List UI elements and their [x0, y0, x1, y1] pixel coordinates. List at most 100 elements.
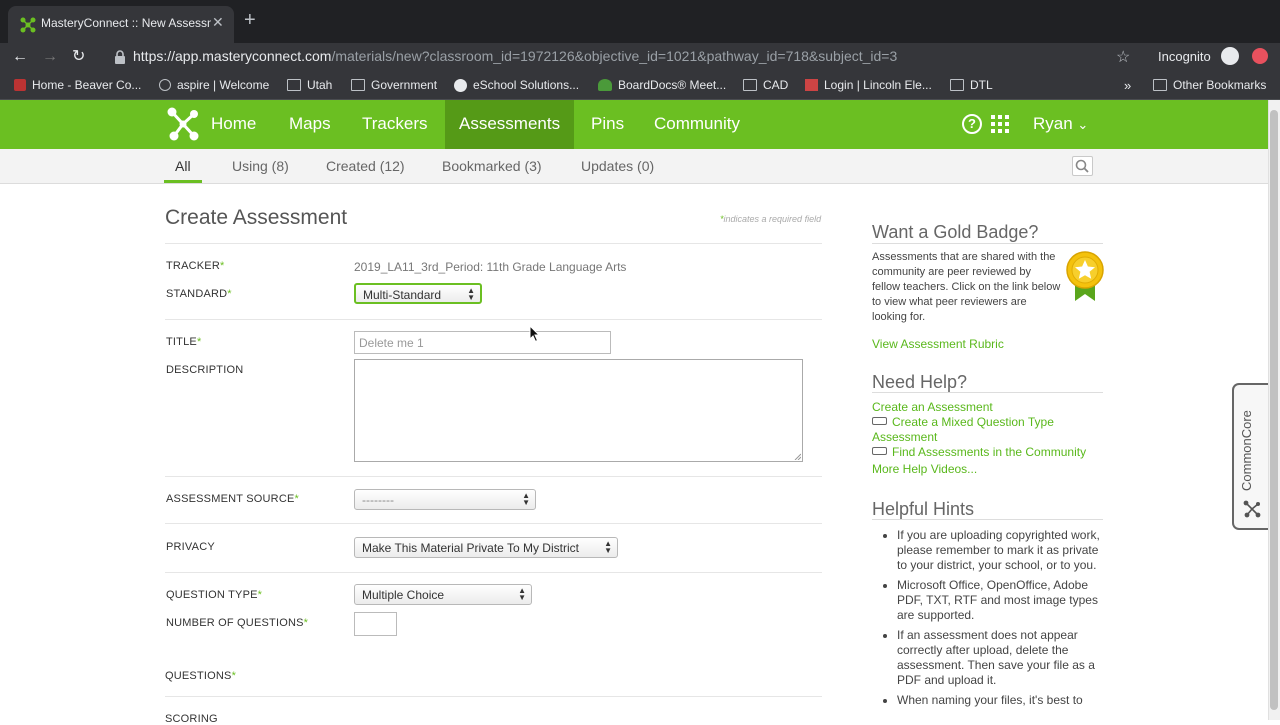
- new-tab-icon[interactable]: +: [244, 10, 256, 30]
- nav-assessments[interactable]: Assessments: [445, 100, 575, 149]
- gold-badge-text: Assessments that are shared with the com…: [872, 251, 1061, 323]
- bookmark-star-icon[interactable]: ☆: [1116, 47, 1130, 67]
- title-label: TITLE*: [166, 336, 202, 348]
- tracker-label: TRACKER*: [166, 260, 225, 272]
- tab-bookmarked[interactable]: Bookmarked (3): [442, 158, 542, 174]
- help-icon[interactable]: ?: [962, 114, 982, 134]
- gold-badge-heading: Want a Gold Badge?: [872, 222, 1039, 242]
- tab-all[interactable]: All: [175, 158, 191, 174]
- number-of-questions-label: NUMBER OF QUESTIONS*: [166, 617, 309, 629]
- folder-icon: [287, 79, 301, 91]
- nav-community[interactable]: Community: [654, 100, 740, 149]
- hint-item: If an assessment does not appear correct…: [897, 628, 1105, 688]
- select-arrows-icon: ▲ ▼: [467, 286, 475, 302]
- masteryconnect-favicon-icon: [20, 17, 36, 33]
- bookmark-item[interactable]: eSchool Solutions...: [454, 78, 579, 92]
- question-type-select[interactable]: Multiple Choice ▲ ▼: [354, 584, 532, 605]
- tab-title: MasteryConnect :: New Assessment: [41, 16, 211, 30]
- divider: [165, 523, 822, 524]
- standard-label: STANDARD*: [166, 288, 232, 300]
- tab-created[interactable]: Created (12): [326, 158, 405, 174]
- scoring-label: SCORING: [165, 713, 218, 725]
- close-tab-icon[interactable]: ✕: [212, 14, 224, 31]
- lock-icon: [115, 50, 125, 64]
- mixed-question-link[interactable]: Create a Mixed Question Type Assessment: [872, 415, 1077, 445]
- folder-icon: [743, 79, 757, 91]
- divider: [872, 519, 1103, 520]
- bookmark-item[interactable]: aspire | Welcome: [159, 78, 269, 92]
- apps-grid-icon[interactable]: [991, 115, 1009, 133]
- folder-icon: [950, 79, 964, 91]
- questions-label: QUESTIONS*: [165, 670, 237, 682]
- browser-tab[interactable]: MasteryConnect :: New Assessment ✕: [8, 6, 234, 43]
- create-assessment-link[interactable]: Create an Assessment: [872, 400, 993, 415]
- bookmark-item[interactable]: Government: [351, 78, 437, 92]
- site-icon: [159, 79, 171, 91]
- commoncore-label: CommonCore: [1239, 410, 1254, 491]
- select-arrows-icon: ▲ ▼: [518, 586, 526, 602]
- scrollbar-thumb[interactable]: [1270, 110, 1278, 710]
- bookmark-item[interactable]: Login | Lincoln Ele...: [805, 78, 932, 92]
- select-arrows-icon: ▲ ▼: [604, 539, 612, 555]
- bookmark-item[interactable]: Utah: [287, 78, 332, 92]
- site-icon: [454, 78, 467, 92]
- helpful-hints-list: If you are uploading copyrighted work, p…: [897, 528, 1105, 713]
- bookmark-item[interactable]: CAD: [743, 78, 788, 92]
- assessment-subnav: All Using (8) Created (12) Bookmarked (3…: [0, 149, 1268, 184]
- address-bar[interactable]: https://app.masteryconnect.com/materials…: [104, 43, 1144, 71]
- bookmark-item[interactable]: DTL: [950, 78, 993, 92]
- resize-handle-icon[interactable]: [794, 453, 801, 460]
- site-icon: [598, 79, 612, 91]
- divider: [165, 243, 822, 244]
- url-text: https://app.masteryconnect.com/materials…: [133, 48, 898, 64]
- other-bookmarks[interactable]: Other Bookmarks: [1153, 78, 1266, 92]
- select-arrows-icon: ▲ ▼: [522, 491, 530, 507]
- number-of-questions-input[interactable]: [354, 612, 397, 636]
- divider: [872, 392, 1103, 393]
- mouse-cursor-icon: [529, 325, 541, 343]
- privacy-select[interactable]: Make This Material Private To My Distric…: [354, 537, 618, 558]
- privacy-label: PRIVACY: [166, 541, 215, 553]
- divider: [165, 476, 822, 477]
- question-type-label: QUESTION TYPE*: [166, 589, 263, 601]
- find-assessments-link[interactable]: Find Assessments in the Community: [872, 445, 1086, 460]
- required-field-note: *indicates a required field: [720, 214, 822, 224]
- site-navigation: Home Maps Trackers Assessments Pins Comm…: [0, 100, 1268, 149]
- tab-using[interactable]: Using (8): [232, 158, 289, 174]
- tab-updates[interactable]: Updates (0): [581, 158, 654, 174]
- reload-icon[interactable]: ↻: [72, 47, 85, 67]
- browser-toolbar: ← → ↻ https://app.masteryconnect.com/mat…: [0, 43, 1280, 72]
- page-title: Create Assessment: [165, 206, 348, 229]
- assessment-source-select[interactable]: -------- ▲ ▼: [354, 489, 536, 510]
- divider: [165, 319, 822, 320]
- nav-home[interactable]: Home: [211, 100, 256, 149]
- nav-trackers[interactable]: Trackers: [362, 100, 428, 149]
- view-rubric-link[interactable]: View Assessment Rubric: [872, 337, 1004, 352]
- more-help-videos-link[interactable]: More Help Videos...: [872, 462, 977, 477]
- gold-badge-icon: [1066, 251, 1104, 301]
- incognito-label: Incognito: [1158, 49, 1211, 64]
- search-button[interactable]: [1072, 156, 1093, 176]
- bookmark-item[interactable]: Home - Beaver Co...: [14, 78, 141, 92]
- browser-tab-strip: MasteryConnect :: New Assessment ✕ +: [0, 0, 1280, 43]
- title-input[interactable]: Delete me 1: [354, 331, 611, 354]
- incognito-icon[interactable]: [1221, 47, 1239, 65]
- extension-icon[interactable]: [1252, 48, 1268, 64]
- hint-item: If you are uploading copyrighted work, p…: [897, 528, 1105, 573]
- forward-arrow-icon[interactable]: →: [42, 47, 58, 67]
- description-textarea[interactable]: [354, 359, 803, 462]
- divider: [165, 696, 822, 697]
- nav-pins[interactable]: Pins: [591, 100, 624, 149]
- bookmarks-overflow-icon[interactable]: »: [1124, 78, 1131, 93]
- masteryconnect-logo-icon[interactable]: [166, 106, 200, 142]
- back-arrow-icon[interactable]: ←: [12, 47, 28, 67]
- standard-select[interactable]: Multi-Standard ▲ ▼: [354, 283, 482, 304]
- tracker-value: 2019_LA11_3rd_Period: 11th Grade Languag…: [354, 260, 627, 274]
- nav-maps[interactable]: Maps: [289, 100, 331, 149]
- assessment-source-label: ASSESSMENT SOURCE*: [166, 493, 299, 505]
- user-menu[interactable]: Ryan ⌄: [1033, 100, 1088, 148]
- site-icon: [805, 79, 818, 91]
- bookmark-item[interactable]: BoardDocs® Meet...: [598, 78, 726, 92]
- divider: [872, 243, 1103, 244]
- chevron-down-icon: ⌄: [1077, 117, 1089, 132]
